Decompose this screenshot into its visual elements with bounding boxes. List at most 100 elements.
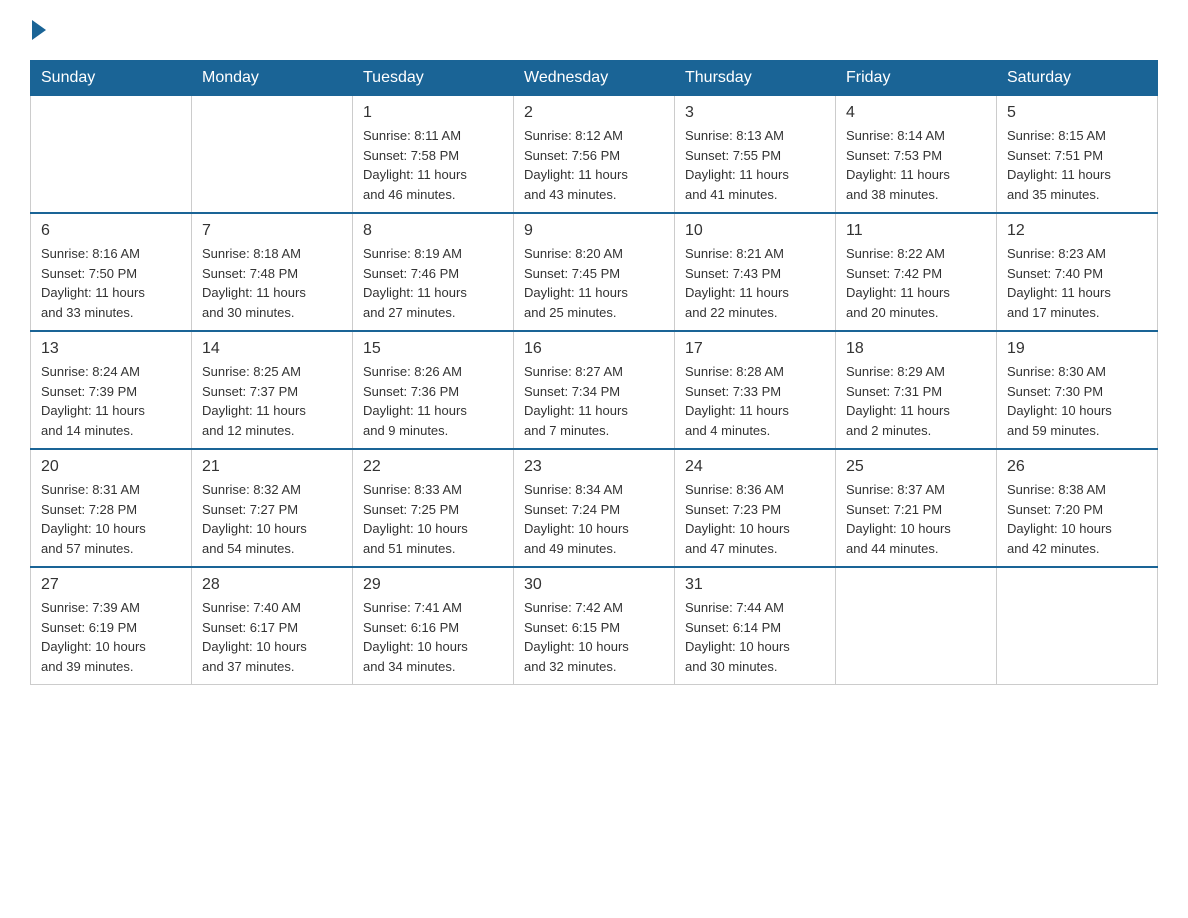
calendar-cell: 11 Sunrise: 8:22 AM Sunset: 7:42 PM Dayli… [836, 213, 997, 331]
calendar-cell: 8 Sunrise: 8:19 AM Sunset: 7:46 PM Daylig… [353, 213, 514, 331]
day-number: 7 [202, 222, 342, 240]
calendar-cell: 4 Sunrise: 8:14 AM Sunset: 7:53 PM Daylig… [836, 96, 997, 214]
day-number: 13 [41, 340, 181, 358]
day-info: Sunrise: 8:28 AM Sunset: 7:33 PM Dayligh… [685, 362, 825, 440]
calendar-cell: 10 Sunrise: 8:21 AM Sunset: 7:43 PM Dayli… [675, 213, 836, 331]
day-info: Sunrise: 8:19 AM Sunset: 7:46 PM Dayligh… [363, 244, 503, 322]
day-info: Sunrise: 8:34 AM Sunset: 7:24 PM Dayligh… [524, 480, 664, 558]
day-number: 25 [846, 458, 986, 476]
calendar-cell [31, 96, 192, 214]
day-info: Sunrise: 8:32 AM Sunset: 7:27 PM Dayligh… [202, 480, 342, 558]
day-info: Sunrise: 8:12 AM Sunset: 7:56 PM Dayligh… [524, 126, 664, 204]
day-number: 1 [363, 104, 503, 122]
page-header [30, 20, 1158, 40]
calendar-week-row: 20 Sunrise: 8:31 AM Sunset: 7:28 PM Dayli… [31, 449, 1158, 567]
day-number: 23 [524, 458, 664, 476]
logo-arrow-icon [32, 20, 46, 40]
day-info: Sunrise: 8:31 AM Sunset: 7:28 PM Dayligh… [41, 480, 181, 558]
day-info: Sunrise: 8:22 AM Sunset: 7:42 PM Dayligh… [846, 244, 986, 322]
calendar-table: SundayMondayTuesdayWednesdayThursdayFrid… [30, 60, 1158, 685]
day-info: Sunrise: 7:42 AM Sunset: 6:15 PM Dayligh… [524, 598, 664, 676]
calendar-cell: 20 Sunrise: 8:31 AM Sunset: 7:28 PM Dayli… [31, 449, 192, 567]
column-header-saturday: Saturday [997, 61, 1158, 96]
day-number: 19 [1007, 340, 1147, 358]
day-info: Sunrise: 7:41 AM Sunset: 6:16 PM Dayligh… [363, 598, 503, 676]
calendar-cell: 31 Sunrise: 7:44 AM Sunset: 6:14 PM Dayli… [675, 567, 836, 685]
day-number: 12 [1007, 222, 1147, 240]
day-number: 3 [685, 104, 825, 122]
day-number: 24 [685, 458, 825, 476]
day-number: 2 [524, 104, 664, 122]
logo [30, 20, 48, 40]
calendar-cell: 23 Sunrise: 8:34 AM Sunset: 7:24 PM Dayli… [514, 449, 675, 567]
calendar-cell: 13 Sunrise: 8:24 AM Sunset: 7:39 PM Dayli… [31, 331, 192, 449]
calendar-cell: 26Sunrise: 8:38 AM Sunset: 7:20 PM Dayli… [997, 449, 1158, 567]
calendar-cell: 9Sunrise: 8:20 AM Sunset: 7:45 PM Daylig… [514, 213, 675, 331]
column-header-monday: Monday [192, 61, 353, 96]
day-number: 4 [846, 104, 986, 122]
calendar-cell: 14 Sunrise: 8:25 AM Sunset: 7:37 PM Dayli… [192, 331, 353, 449]
column-header-friday: Friday [836, 61, 997, 96]
day-info: Sunrise: 8:29 AM Sunset: 7:31 PM Dayligh… [846, 362, 986, 440]
day-number: 14 [202, 340, 342, 358]
calendar-cell: 17 Sunrise: 8:28 AM Sunset: 7:33 PM Dayli… [675, 331, 836, 449]
calendar-cell: 18 Sunrise: 8:29 AM Sunset: 7:31 PM Dayli… [836, 331, 997, 449]
day-info: Sunrise: 8:26 AM Sunset: 7:36 PM Dayligh… [363, 362, 503, 440]
calendar-cell: 22 Sunrise: 8:33 AM Sunset: 7:25 PM Dayli… [353, 449, 514, 567]
day-info: Sunrise: 8:21 AM Sunset: 7:43 PM Dayligh… [685, 244, 825, 322]
calendar-cell: 28 Sunrise: 7:40 AM Sunset: 6:17 PM Dayli… [192, 567, 353, 685]
day-info: Sunrise: 8:11 AM Sunset: 7:58 PM Dayligh… [363, 126, 503, 204]
column-header-thursday: Thursday [675, 61, 836, 96]
day-number: 18 [846, 340, 986, 358]
day-number: 27 [41, 576, 181, 594]
day-info: Sunrise: 8:16 AM Sunset: 7:50 PM Dayligh… [41, 244, 181, 322]
day-number: 20 [41, 458, 181, 476]
column-header-tuesday: Tuesday [353, 61, 514, 96]
day-number: 11 [846, 222, 986, 240]
day-info: Sunrise: 8:18 AM Sunset: 7:48 PM Dayligh… [202, 244, 342, 322]
day-info: Sunrise: 8:37 AM Sunset: 7:21 PM Dayligh… [846, 480, 986, 558]
calendar-cell [192, 96, 353, 214]
day-number: 22 [363, 458, 503, 476]
day-info: Sunrise: 8:14 AM Sunset: 7:53 PM Dayligh… [846, 126, 986, 204]
day-number: 26 [1007, 458, 1147, 476]
day-number: 8 [363, 222, 503, 240]
day-number: 31 [685, 576, 825, 594]
calendar-cell: 29 Sunrise: 7:41 AM Sunset: 6:16 PM Dayli… [353, 567, 514, 685]
calendar-header-row: SundayMondayTuesdayWednesdayThursdayFrid… [31, 61, 1158, 96]
day-info: Sunrise: 8:20 AM Sunset: 7:45 PM Dayligh… [524, 244, 664, 322]
calendar-cell: 21 Sunrise: 8:32 AM Sunset: 7:27 PM Dayli… [192, 449, 353, 567]
calendar-cell: 5Sunrise: 8:15 AM Sunset: 7:51 PM Daylig… [997, 96, 1158, 214]
day-info: Sunrise: 8:15 AM Sunset: 7:51 PM Dayligh… [1007, 126, 1147, 204]
day-number: 28 [202, 576, 342, 594]
day-info: Sunrise: 8:27 AM Sunset: 7:34 PM Dayligh… [524, 362, 664, 440]
day-info: Sunrise: 8:13 AM Sunset: 7:55 PM Dayligh… [685, 126, 825, 204]
day-info: Sunrise: 8:25 AM Sunset: 7:37 PM Dayligh… [202, 362, 342, 440]
column-header-wednesday: Wednesday [514, 61, 675, 96]
calendar-week-row: 6 Sunrise: 8:16 AM Sunset: 7:50 PM Daylig… [31, 213, 1158, 331]
calendar-cell: 2 Sunrise: 8:12 AM Sunset: 7:56 PM Daylig… [514, 96, 675, 214]
day-info: Sunrise: 7:40 AM Sunset: 6:17 PM Dayligh… [202, 598, 342, 676]
day-info: Sunrise: 8:23 AM Sunset: 7:40 PM Dayligh… [1007, 244, 1147, 322]
day-number: 17 [685, 340, 825, 358]
calendar-week-row: 1 Sunrise: 8:11 AM Sunset: 7:58 PM Daylig… [31, 96, 1158, 214]
day-number: 10 [685, 222, 825, 240]
calendar-cell: 6 Sunrise: 8:16 AM Sunset: 7:50 PM Daylig… [31, 213, 192, 331]
calendar-cell: 24Sunrise: 8:36 AM Sunset: 7:23 PM Dayli… [675, 449, 836, 567]
day-number: 6 [41, 222, 181, 240]
calendar-cell: 15 Sunrise: 8:26 AM Sunset: 7:36 PM Dayli… [353, 331, 514, 449]
calendar-cell: 3 Sunrise: 8:13 AM Sunset: 7:55 PM Daylig… [675, 96, 836, 214]
day-number: 29 [363, 576, 503, 594]
day-number: 21 [202, 458, 342, 476]
day-number: 15 [363, 340, 503, 358]
calendar-cell [997, 567, 1158, 685]
calendar-cell: 30Sunrise: 7:42 AM Sunset: 6:15 PM Dayli… [514, 567, 675, 685]
calendar-cell: 12 Sunrise: 8:23 AM Sunset: 7:40 PM Dayli… [997, 213, 1158, 331]
calendar-cell: 7 Sunrise: 8:18 AM Sunset: 7:48 PM Daylig… [192, 213, 353, 331]
column-header-sunday: Sunday [31, 61, 192, 96]
day-info: Sunrise: 7:44 AM Sunset: 6:14 PM Dayligh… [685, 598, 825, 676]
calendar-cell: 27Sunrise: 7:39 AM Sunset: 6:19 PM Dayli… [31, 567, 192, 685]
calendar-cell [836, 567, 997, 685]
day-info: Sunrise: 8:24 AM Sunset: 7:39 PM Dayligh… [41, 362, 181, 440]
day-info: Sunrise: 8:33 AM Sunset: 7:25 PM Dayligh… [363, 480, 503, 558]
